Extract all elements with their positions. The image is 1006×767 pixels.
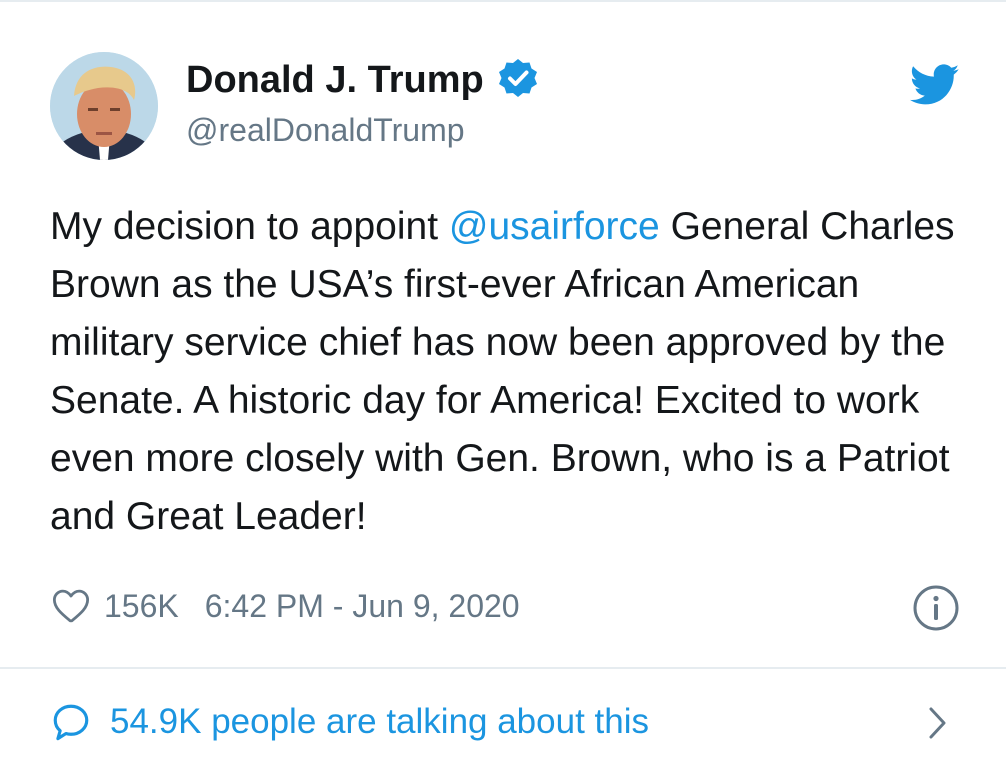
like-button[interactable]: 156K (50, 585, 179, 627)
author-info: Donald J. Trump @realDonaldTrump (186, 56, 538, 152)
tweet-card[interactable]: Donald J. Trump @realDonaldTrump My deci… (0, 0, 1006, 767)
info-icon[interactable] (912, 584, 960, 632)
divider (0, 667, 1006, 669)
conversation-link[interactable]: 54.9K people are talking about this (50, 690, 950, 754)
talking-about-text: 54.9K people are talking about this (110, 702, 649, 741)
speech-bubble-icon (53, 704, 89, 741)
author-handle[interactable]: @realDonaldTrump (186, 108, 538, 152)
tweet-meta: 156K 6:42 PM - Jun 9, 2020 (50, 580, 960, 632)
avatar[interactable] (50, 52, 158, 160)
tweet-text-start: My decision to appoint (50, 205, 449, 248)
author-display-name[interactable]: Donald J. Trump (186, 56, 484, 104)
heart-icon (52, 589, 90, 623)
like-count: 156K (104, 587, 179, 624)
chevron-right-icon (929, 707, 946, 739)
tweet-text-rest: General Charles Brown as the USA’s first… (50, 205, 955, 538)
tweet-header: Donald J. Trump @realDonaldTrump (50, 52, 960, 164)
card-top-border (0, 0, 1006, 2)
avatar-photo (50, 52, 158, 160)
twitter-bird-icon[interactable] (910, 64, 960, 106)
verified-badge-icon (499, 59, 538, 97)
tweet-timestamp[interactable]: 6:42 PM - Jun 9, 2020 (205, 588, 520, 625)
mention-link[interactable]: @usairforce (449, 205, 660, 248)
tweet-text: My decision to appoint @usairforce Gener… (50, 198, 970, 546)
